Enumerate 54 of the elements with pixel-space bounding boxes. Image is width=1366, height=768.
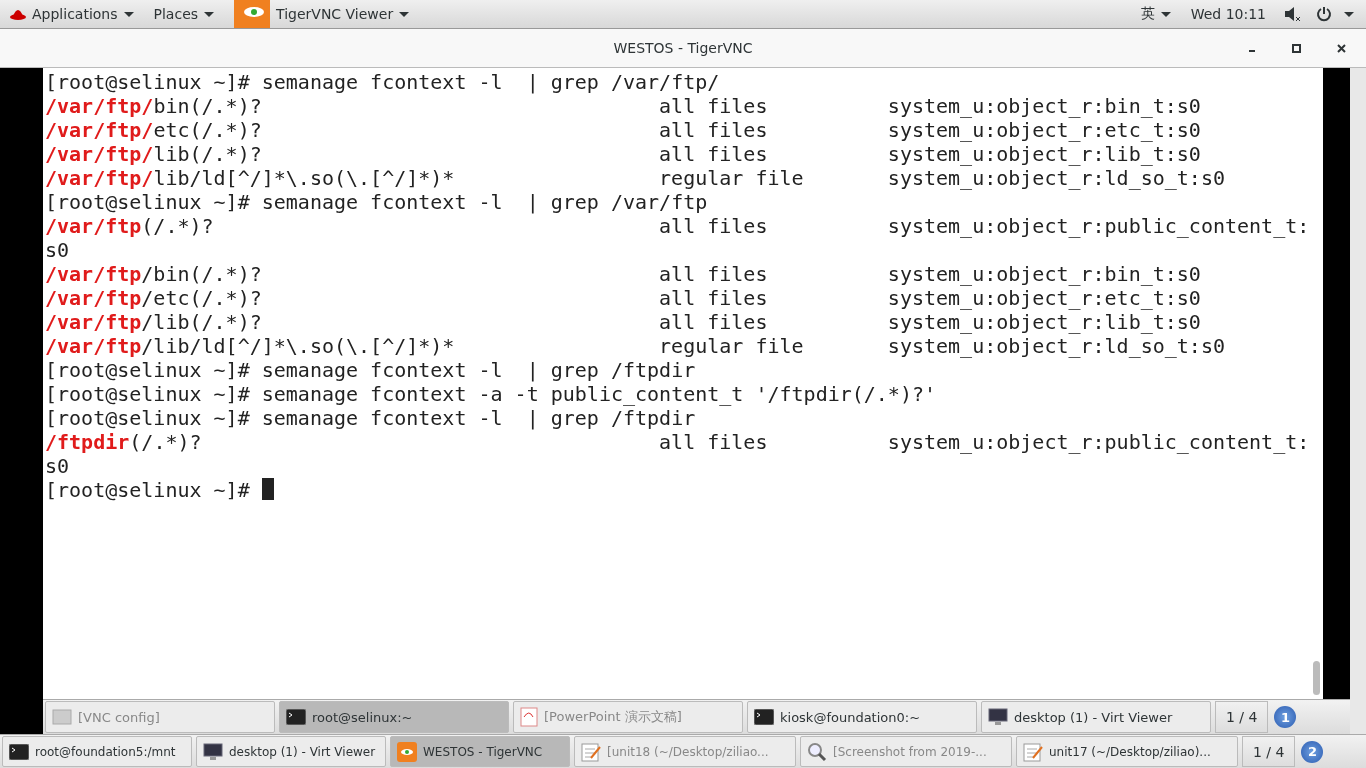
fcontext-entry: /var/ftp(/.*)? all files system_u:object_r:public_content_t: [45, 214, 1310, 238]
volume-muted-icon[interactable] [1284, 6, 1302, 22]
command-line: [root@selinux ~]# semanage fcontext -l | grep /ftpdir [45, 358, 697, 382]
fcontext-entry: /var/ftp/lib(/.*)? all files system_u:object_r:lib_t:s0 [45, 310, 1202, 334]
document-icon [520, 707, 538, 727]
taskbar-button[interactable]: root@selinux:~ [279, 701, 509, 733]
command-line: [root@selinux ~]# semanage fcontext -a -t public_content_t '/ftpdir(/.*)?' [45, 382, 938, 406]
workspace-pager[interactable]: 1 / 4 [1242, 736, 1296, 767]
top-menu[interactable]: TigerVNC Viewer [224, 0, 420, 28]
monitor-icon [988, 708, 1008, 726]
close-icon[interactable] [1337, 43, 1346, 53]
fcontext-entry: /var/ftp/lib/ld[^/]*\.so(\.[^/]*)* regular file system_u:object_r:ld_so_t:s0 [45, 166, 1226, 190]
notepad-icon [581, 741, 601, 762]
taskbar-button[interactable]: desktop (1) - Virt Viewer [196, 736, 386, 767]
window-icon [52, 709, 72, 725]
workspace-badge: 1 [1274, 706, 1297, 728]
terminal-icon [286, 709, 306, 725]
text-cursor [261, 478, 274, 500]
scrollbar[interactable] [1310, 68, 1323, 699]
fcontext-entry: /var/ftp/etc(/.*)? all files system_u:object_r:etc_t:s0 [45, 286, 1202, 310]
workspace-pager[interactable]: 1 / 4 [1215, 701, 1269, 733]
fcontext-entry: /var/ftp/lib(/.*)? all files system_u:object_r:lib_t:s0 [45, 142, 1202, 166]
command-line: [root@selinux ~]# semanage fcontext -l | grep /var/ftp/ [45, 70, 721, 94]
taskbar-button[interactable]: desktop (1) - Virt Viewer [981, 701, 1211, 733]
wrapped-text: s0 [45, 454, 71, 478]
fcontext-entry: /var/ftp/bin(/.*)? all files system_u:object_r:bin_t:s0 [45, 262, 1202, 286]
hat-icon [10, 7, 26, 21]
power-icon[interactable] [1316, 6, 1332, 22]
shell-prompt: [root@selinux ~]# [45, 478, 250, 502]
workspace-badge: 2 [1301, 740, 1324, 763]
command-line: [root@selinux ~]# semanage fcontext -l | grep /ftpdir [45, 406, 697, 430]
taskbar-button[interactable]: root@foundation5:/mnt [2, 736, 192, 767]
fcontext-entry: /var/ftp/lib/ld[^/]*\.so(\.[^/]*)* regular file system_u:object_r:ld_so_t:s0 [45, 334, 1226, 358]
command-line: [root@selinux ~]# semanage fcontext -l | grep /var/ftp [45, 190, 709, 214]
top-menu[interactable]: Applications [0, 0, 144, 28]
top-menu[interactable]: Places [143, 0, 225, 28]
tiger-icon [397, 741, 417, 762]
maximize-icon[interactable] [1292, 43, 1301, 53]
terminal-icon [9, 743, 29, 760]
outer-scrollbar[interactable] [1350, 68, 1366, 734]
fcontext-entry: /var/ftp/etc(/.*)? all files system_u:object_r:etc_t:s0 [45, 118, 1202, 142]
taskbar-button[interactable]: unit17 (~/Desktop/ziliao)... [1016, 736, 1238, 767]
taskbar-button[interactable]: WESTOS - TigerVNC [390, 736, 570, 767]
window-title: WESTOS - TigerVNC [613, 40, 753, 56]
terminal-icon [754, 709, 774, 725]
fcontext-entry: /var/ftp/bin(/.*)? all files system_u:object_r:bin_t:s0 [45, 94, 1202, 118]
wrapped-text: s0 [45, 238, 71, 262]
notepad-icon [1023, 741, 1043, 762]
fcontext-entry: /ftpdir(/.*)? all files system_u:object_r:public_content_t: [45, 430, 1310, 454]
input-method-menu[interactable]: 英 [1130, 0, 1181, 28]
clock[interactable]: Wed 10:11 [1180, 0, 1276, 28]
monitor-icon [203, 742, 223, 761]
taskbar-button[interactable]: kiosk@foundation0:~ [747, 701, 977, 733]
magnifier-icon [807, 741, 827, 762]
